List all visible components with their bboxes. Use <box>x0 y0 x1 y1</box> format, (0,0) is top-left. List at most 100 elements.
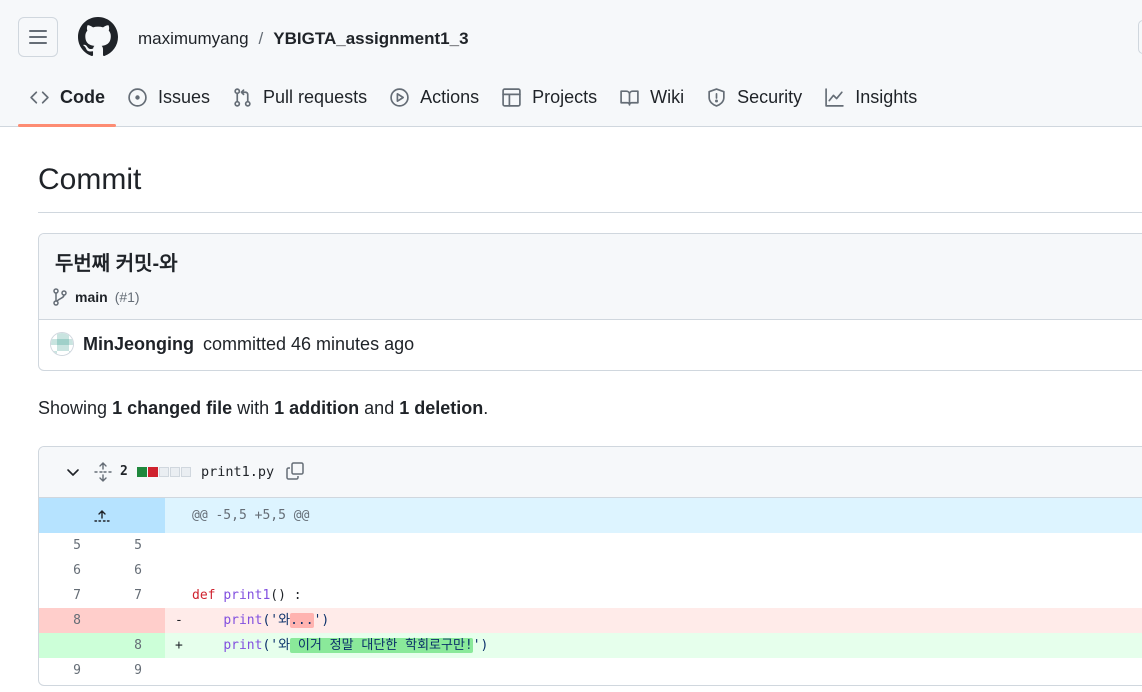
commit-time: committed 46 minutes ago <box>203 333 415 354</box>
diffstat-del-block <box>148 467 158 477</box>
diffstat-neutral-block <box>170 467 180 477</box>
shield-icon <box>708 87 725 107</box>
diff-summary: Showing 1 changed file with 1 addition a… <box>38 398 488 419</box>
header-right-button[interactable] <box>1138 20 1142 54</box>
addition-marker: + <box>175 638 183 653</box>
expand-all-icon[interactable] <box>93 462 113 482</box>
old-line-number[interactable]: 5 <box>39 533 91 558</box>
tab-label: Issues <box>158 86 211 107</box>
string-token: ('와 <box>262 613 291 628</box>
line-code: print('와 이거 정말 대단한 학회로구만!') <box>192 633 488 658</box>
tab-pull-requests[interactable]: Pull requests <box>221 72 378 122</box>
summary-text: and <box>364 398 395 418</box>
breadcrumb-separator: / <box>258 29 264 48</box>
new-line-number[interactable]: 9 <box>102 658 152 683</box>
diffstat-neutral-block <box>159 467 169 477</box>
divider <box>38 212 1142 213</box>
commit-message: 두번째 커밋-와 <box>55 253 178 275</box>
summary-period: . <box>483 398 489 418</box>
string-token: ') <box>313 613 330 628</box>
new-line-number[interactable]: 5 <box>102 533 152 558</box>
issue-icon <box>128 87 147 107</box>
book-icon <box>620 89 639 106</box>
tab-label: Actions <box>420 86 480 107</box>
diff-line: 6 6 <box>39 558 1142 583</box>
tab-label: Wiki <box>650 86 685 107</box>
old-line-number[interactable]: 7 <box>39 583 91 608</box>
code-token: () : <box>270 588 302 603</box>
deleted-highlight: ... <box>290 613 314 628</box>
hunk-header: @@ -5,5 +5,5 @@ <box>39 498 1142 533</box>
file-name-link[interactable]: print1.py <box>201 464 274 480</box>
new-line-number[interactable]: 6 <box>102 558 152 583</box>
pr-link[interactable]: (#1) <box>115 289 140 305</box>
branch-name[interactable]: main <box>75 289 108 305</box>
code-icon <box>30 90 49 104</box>
expand-up-button[interactable] <box>39 498 165 533</box>
tab-wiki[interactable]: Wiki <box>608 72 695 122</box>
diffstat-neutral-block <box>181 467 191 477</box>
tab-issues[interactable]: Issues <box>116 72 221 122</box>
tab-label: Projects <box>532 86 598 107</box>
added-highlight: 이거 정말 대단한 학회로구만! <box>290 638 473 653</box>
summary-text: Showing <box>38 398 108 418</box>
diff-line: 9 9 <box>39 658 1142 683</box>
copy-icon[interactable] <box>285 461 305 481</box>
deletion-marker: - <box>175 613 183 628</box>
github-logo-icon[interactable] <box>78 17 118 57</box>
author-link[interactable]: MinJeonging <box>83 334 194 355</box>
indent-token <box>192 638 223 653</box>
new-line-number[interactable]: 8 <box>102 633 152 658</box>
breadcrumb: maximumyang / YBIGTA_assignment1_3 <box>138 28 469 50</box>
tab-label: Insights <box>855 86 918 107</box>
tab-label: Security <box>737 86 803 107</box>
branch-icon <box>53 288 67 306</box>
indent-token <box>192 613 223 628</box>
tab-actions[interactable]: Actions <box>378 72 490 122</box>
diff-line: 7 7 def print1() : <box>39 583 1142 608</box>
string-token: ') <box>472 638 489 653</box>
added-line: 8 + print('와 이거 정말 대단한 학회로구만!') <box>39 633 1142 658</box>
repo-link[interactable]: YBIGTA_assignment1_3 <box>273 28 468 50</box>
expand-up-icon <box>94 509 110 522</box>
function-token: print <box>223 613 263 628</box>
commit-meta: MinJeonging committed 46 minutes ago <box>50 332 414 356</box>
diffstat <box>137 467 191 477</box>
keyword-token: def <box>192 588 216 603</box>
tab-label: Code <box>60 86 105 107</box>
function-token: print1 <box>223 588 271 603</box>
tab-insights[interactable]: Insights <box>813 72 928 122</box>
diffstat-add-block <box>137 467 147 477</box>
tab-code[interactable]: Code <box>18 72 116 127</box>
function-token: print <box>223 638 263 653</box>
menu-button[interactable] <box>18 17 58 57</box>
changes-count: 2 <box>120 464 128 479</box>
hamburger-icon <box>29 30 47 44</box>
changed-files-count: 1 changed file <box>112 398 233 418</box>
chevron-down-icon[interactable] <box>65 464 81 480</box>
new-line-number[interactable]: 7 <box>102 583 152 608</box>
tab-label: Pull requests <box>263 86 368 107</box>
string-token: ('와 <box>262 638 291 653</box>
owner-link[interactable]: maximumyang <box>138 28 249 50</box>
line-code: def print1() : <box>192 583 302 608</box>
old-line-number[interactable] <box>39 633 91 658</box>
old-line-number[interactable]: 8 <box>39 608 91 633</box>
old-line-number[interactable]: 9 <box>39 658 91 683</box>
avatar[interactable] <box>50 332 74 356</box>
repo-tabs: Code Issues Pull requests Actions Projec… <box>18 72 928 127</box>
table-icon <box>502 87 521 107</box>
diff-lines: @@ -5,5 +5,5 @@ 5 5 6 6 7 7 def print1()… <box>39 498 1142 683</box>
pull-request-icon <box>234 87 251 107</box>
tab-security[interactable]: Security <box>695 72 813 122</box>
play-icon <box>390 87 409 107</box>
graph-icon <box>825 87 844 107</box>
commit-header: 두번째 커밋-와 main (#1) <box>39 234 1142 320</box>
new-line-number[interactable] <box>102 608 152 633</box>
repo-header: maximumyang / YBIGTA_assignment1_3 Code … <box>0 0 1142 127</box>
page-title: Commit <box>38 163 142 196</box>
old-line-number[interactable]: 6 <box>39 558 91 583</box>
tab-projects[interactable]: Projects <box>490 72 608 122</box>
line-code: print('와...') <box>192 608 329 633</box>
summary-text: with <box>237 398 270 418</box>
